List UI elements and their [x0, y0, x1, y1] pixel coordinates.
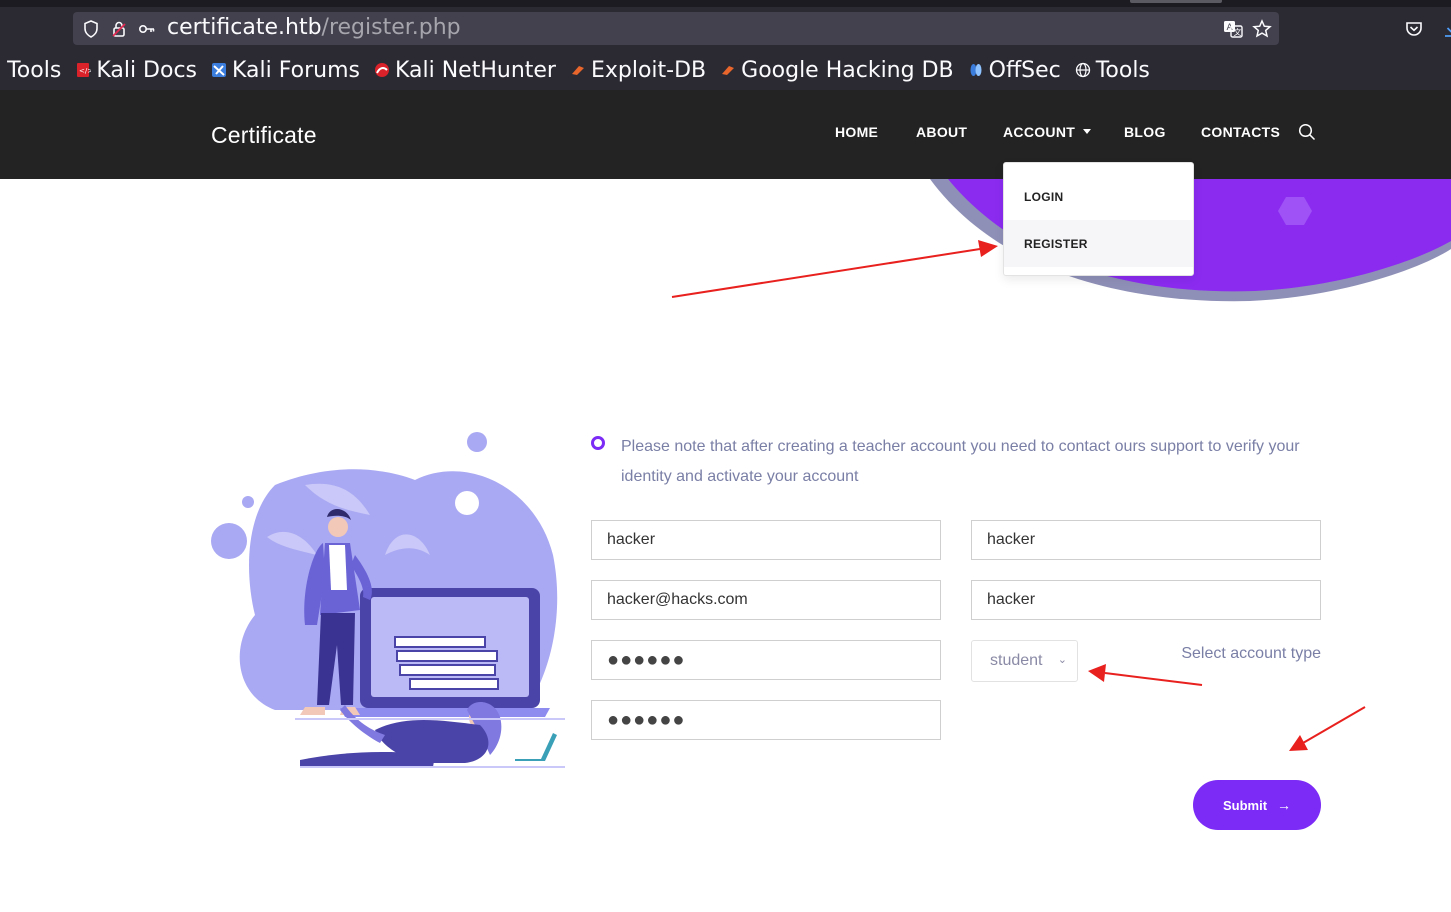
bookmark-tools[interactable]: Tools [1075, 58, 1150, 83]
pocket-icon[interactable] [1403, 18, 1425, 40]
browser-toolbar: certificate.htb/register.php A 文 i Tools… [0, 0, 1451, 90]
site-brand[interactable]: Certificate [211, 122, 317, 149]
offsec-favicon-icon [970, 64, 982, 76]
nav-home[interactable]: HOME [835, 124, 878, 140]
bookmark-label: Kali Forums [232, 57, 360, 83]
notice-bullet-icon [591, 436, 605, 450]
arrowhead-select [1088, 664, 1106, 682]
bookmark-kali-nethunter[interactable]: Kali NetHunter [374, 58, 556, 83]
account-type-value: student [990, 652, 1043, 669]
kali-forums-favicon-icon [212, 63, 227, 77]
url-host: certificate.htb [167, 15, 322, 40]
notice-text: Please note that after creating a teache… [621, 438, 1300, 485]
lock-insecure-icon[interactable] [109, 19, 129, 39]
chevron-down-icon: ⌄ [1057, 654, 1067, 666]
url-text[interactable]: certificate.htb/register.php [167, 15, 461, 40]
confirm-password-input[interactable]: ●●●●●● [591, 700, 941, 740]
bookmark-kali-forums[interactable]: Kali Forums [211, 58, 360, 83]
bookmark-label: Kali NetHunter [394, 57, 556, 83]
arrow-right-icon: → [1277, 797, 1292, 813]
nav-blog[interactable]: BLOG [1124, 124, 1166, 140]
svg-text:A: A [1227, 23, 1234, 33]
email-input[interactable]: hacker@hacks.com [591, 580, 941, 620]
hero-decoration [930, 179, 1451, 302]
bookmark-label: Google Hacking DB [741, 57, 954, 83]
bookmark-kali-docs[interactable]: </> Kali Docs [75, 58, 197, 83]
nav-contacts[interactable]: CONTACTS [1201, 124, 1280, 140]
globe-icon [1075, 62, 1090, 78]
bookmark-exploit-db[interactable]: Exploit-DB [570, 58, 706, 83]
bookmarks-bar: i Tools </> Kali Docs Kali Forums Kali N… [0, 52, 1164, 88]
caret-down-icon [1083, 128, 1092, 134]
bookmark-kali-tools[interactable]: i Tools [0, 58, 61, 83]
arrow-to-submit [1302, 706, 1366, 744]
nav-account[interactable]: ACCOUNT [1003, 124, 1092, 140]
username-input[interactable]: hacker [971, 580, 1321, 620]
address-bar[interactable]: certificate.htb/register.php A 文 [73, 12, 1279, 45]
last-name-input[interactable]: hacker [971, 520, 1321, 560]
bookmark-label: i Tools [0, 57, 62, 83]
arrowhead-submit [1289, 735, 1308, 751]
account-type-label: Select account type [1181, 645, 1321, 662]
bookmark-label: Exploit-DB [590, 57, 707, 83]
submit-label: Submit [1222, 797, 1268, 813]
screenshot-root: certificate.htb/register.php A 文 i Tools… [0, 0, 1451, 912]
bookmark-label: Tools [1095, 57, 1150, 83]
svg-text:文: 文 [1234, 27, 1242, 37]
site-navbar: Certificate HOME ABOUT ACCOUNT BLOG CONT… [0, 90, 1451, 179]
bookmark-offsec[interactable]: OffSec [968, 58, 1061, 83]
first-name-input[interactable]: hacker [591, 520, 941, 560]
tab-strip [0, 0, 1451, 7]
search-icon[interactable] [1298, 123, 1316, 141]
ghdb-favicon-icon [722, 66, 735, 75]
account-dropdown: LOGIN REGISTER [1003, 162, 1194, 276]
password-input[interactable]: ●●●●●● [591, 640, 941, 680]
exploit-db-favicon-icon [571, 66, 584, 75]
bookmark-star-icon[interactable] [1251, 18, 1273, 40]
register-illustration [211, 432, 565, 768]
submit-button[interactable]: Submit → [1193, 780, 1321, 830]
kali-docs-favicon-icon: </> [77, 63, 91, 77]
nav-account-label: ACCOUNT [1003, 124, 1076, 140]
url-path: /register.php [321, 15, 461, 40]
tab-indicator[interactable] [1130, 0, 1222, 3]
svg-text:</>: </> [79, 67, 91, 75]
bookmark-label: OffSec [988, 57, 1061, 83]
shield-icon[interactable] [81, 19, 101, 39]
translate-icon[interactable]: A 文 [1222, 18, 1244, 40]
arrow-to-select [1104, 672, 1203, 686]
key-icon[interactable] [137, 19, 157, 39]
kali-nethunter-favicon-icon [374, 63, 389, 77]
download-icon[interactable] [1441, 18, 1451, 40]
dropdown-register[interactable]: REGISTER [1004, 220, 1193, 267]
account-type-select[interactable]: student ⌄ [971, 640, 1078, 682]
nav-about[interactable]: ABOUT [916, 124, 967, 140]
bookmark-google-hacking-db[interactable]: Google Hacking DB [720, 57, 954, 83]
dropdown-login[interactable]: LOGIN [1004, 173, 1193, 220]
bookmark-label: Kali Docs [96, 57, 198, 83]
